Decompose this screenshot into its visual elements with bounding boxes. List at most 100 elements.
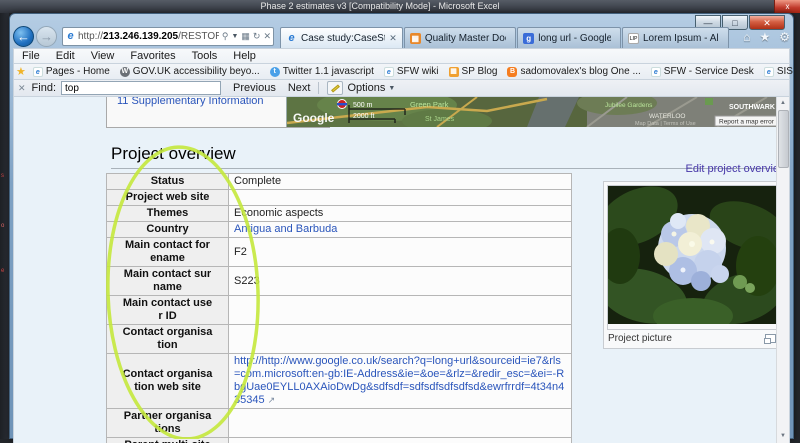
project-picture-frame: Project picture: [603, 181, 781, 349]
background-window-title: Phase 2 estimates v3 [Compatibility Mode…: [0, 0, 760, 13]
find-close-icon[interactable]: ✕: [18, 83, 26, 94]
table-row: Main contact sur nameS223: [107, 267, 572, 296]
ie-doc-icon: e: [384, 67, 394, 77]
scroll-down-icon[interactable]: ▼: [777, 430, 789, 443]
favorite-twitter[interactable]: t Twitter 1.1 javascript: [267, 66, 377, 77]
menu-help[interactable]: Help: [225, 50, 264, 62]
find-input[interactable]: [61, 81, 221, 95]
report-map-error-link: Report a map error: [719, 119, 775, 126]
address-bar[interactable]: e http://213.246.139.205/RESTOREwiki-dev…: [62, 27, 274, 46]
lipsum-favicon: LIP: [628, 33, 639, 44]
forward-button[interactable]: →: [36, 26, 57, 47]
favorite-pages-home[interactable]: e Pages - Home: [30, 66, 113, 77]
search-icon[interactable]: ⚲: [222, 31, 229, 42]
table-row: Main contact use r ID: [107, 296, 572, 325]
table-row: Project web site: [107, 190, 572, 206]
ie-doc-icon: e: [764, 67, 774, 77]
table-row: Contact organisa tion web sitehttp://htt…: [107, 354, 572, 409]
home-icon[interactable]: ⌂: [743, 30, 750, 44]
menu-file[interactable]: File: [14, 50, 48, 62]
favorite-sfw-wiki[interactable]: e SFW wiki: [381, 66, 442, 77]
magnify-icon[interactable]: [765, 334, 776, 343]
ie-favicon: e: [286, 33, 297, 44]
country-link[interactable]: Antigua and Barbuda: [234, 223, 337, 235]
background-window-titlebar: Phase 2 estimates v3 [Compatibility Mode…: [0, 0, 800, 13]
table-row: StatusComplete: [107, 174, 572, 190]
tab-google-search[interactable]: g long url - Google Search: [517, 27, 621, 48]
google-favicon: g: [523, 33, 534, 44]
table-row: Main contact for enameF2: [107, 238, 572, 267]
scroll-up-icon[interactable]: ▲: [777, 97, 789, 110]
vertical-scrollbar[interactable]: ▲ ▼: [776, 97, 789, 443]
svg-text:500 m: 500 m: [353, 102, 373, 109]
address-url[interactable]: http://213.246.139.205/RESTOREwiki-dev/i…: [78, 31, 219, 42]
tab-lorem-ipsum[interactable]: LIP Lorem Ipsum - All the facts - L...: [622, 27, 729, 48]
menu-favorites[interactable]: Favorites: [122, 50, 183, 62]
twitter-icon: t: [270, 67, 280, 77]
favorite-govuk[interactable]: W GOV.UK accessibility beyo...: [117, 66, 263, 77]
tab-bar: e Case study:CaseStudy 2 - R... ✕ ▦ Qual…: [280, 27, 730, 48]
table-row: Contact organisa tion: [107, 325, 572, 354]
table-row: CountryAntigua and Barbuda: [107, 222, 572, 238]
svg-text:SOUTHWARK: SOUTHWARK: [729, 104, 775, 111]
find-next-button[interactable]: Next: [288, 82, 311, 94]
svg-text:WATERLOO: WATERLOO: [649, 113, 685, 120]
back-button[interactable]: ←: [13, 26, 34, 47]
tab-quality-master[interactable]: ▦ Quality Master Document Regi...: [404, 27, 516, 48]
find-options-button[interactable]: Options: [347, 82, 385, 94]
svg-text:Green Park: Green Park: [410, 100, 449, 109]
sp-blog-icon: ▦: [449, 67, 459, 77]
favorite-sis[interactable]: e SIS: [761, 66, 796, 77]
chevron-down-icon: ▼: [388, 85, 395, 92]
background-close-icon[interactable]: x: [774, 0, 800, 13]
add-favorite-icon[interactable]: ★: [16, 65, 26, 78]
find-bar: ✕ Find: Previous Next Options ▼: [13, 79, 790, 97]
tab-close-icon[interactable]: ✕: [389, 33, 397, 44]
svg-text:Map Data | Terms of Use: Map Data | Terms of Use: [635, 121, 696, 127]
stop-icon[interactable]: ✕: [263, 31, 271, 42]
favorite-sadomovalex[interactable]: B sadomovalex's blog One ...: [504, 66, 643, 77]
navigation-bar: ← → e http://213.246.139.205/RESTOREwiki…: [13, 25, 790, 48]
address-dropdown-icon[interactable]: ▼: [231, 33, 238, 40]
page-content: 10 Additional links and references 11 Su…: [13, 97, 790, 443]
svg-text:St James: St James: [425, 116, 455, 123]
project-picture-image[interactable]: [608, 186, 776, 324]
background-window-edge: soe: [0, 13, 9, 439]
edit-project-overview-link[interactable]: Edit project overview: [686, 163, 788, 175]
table-row: ThemesEconomic aspects: [107, 206, 572, 222]
menu-view[interactable]: View: [83, 50, 123, 62]
menu-tools[interactable]: Tools: [184, 50, 226, 62]
tab-case-study[interactable]: e Case study:CaseStudy 2 - R... ✕: [280, 27, 403, 48]
scrollbar-thumb[interactable]: [778, 110, 789, 168]
highlighter-icon: [332, 84, 341, 92]
refresh-icon[interactable]: ↻: [253, 31, 261, 42]
highlight-all-button[interactable]: [327, 81, 343, 95]
browser-window: — □ ✕ ← → e http://213.246.139.205/RESTO…: [9, 13, 794, 439]
tools-gear-icon[interactable]: ⚙: [779, 30, 790, 44]
svg-text:Jubilee Gardens: Jubilee Gardens: [605, 102, 653, 109]
menu-edit[interactable]: Edit: [48, 50, 83, 62]
picture-caption: Project picture: [608, 333, 672, 344]
svg-text:2000 ft: 2000 ft: [353, 113, 374, 120]
external-link-icon: ↗: [268, 395, 276, 405]
sharepoint-favicon: ▦: [410, 33, 421, 44]
favorites-bar: ★ e Pages - Home W GOV.UK accessibility …: [13, 63, 790, 79]
wordpress-icon: W: [120, 67, 130, 77]
svg-text:Google: Google: [293, 111, 335, 125]
project-overview-table: StatusComplete Project web site ThemesEc…: [106, 173, 572, 443]
favorites-star-icon[interactable]: ★: [759, 30, 770, 44]
map-image: Google 500 m 2000 ft Green Park St James…: [287, 97, 788, 127]
ie-doc-icon: e: [33, 67, 43, 77]
table-row: Partner organisa tions: [107, 409, 572, 438]
favorite-service-desk[interactable]: e SFW - Service Desk: [648, 66, 757, 77]
compatibility-view-icon[interactable]: ▦: [241, 31, 250, 42]
ie-doc-icon: e: [651, 67, 661, 77]
favorite-sp-blog[interactable]: ▦ SP Blog: [446, 66, 501, 77]
blogger-icon: B: [507, 67, 517, 77]
menu-bar: File Edit View Favorites Tools Help: [13, 48, 790, 63]
table-row: Parent multi-site project: [107, 438, 572, 443]
map-embed[interactable]: Google 500 m 2000 ft Green Park St James…: [286, 97, 788, 127]
organisation-website-link[interactable]: http://http://www.google.co.uk/search?q=…: [234, 355, 564, 406]
ie-page-icon: e: [65, 31, 76, 42]
find-previous-button[interactable]: Previous: [233, 82, 276, 94]
